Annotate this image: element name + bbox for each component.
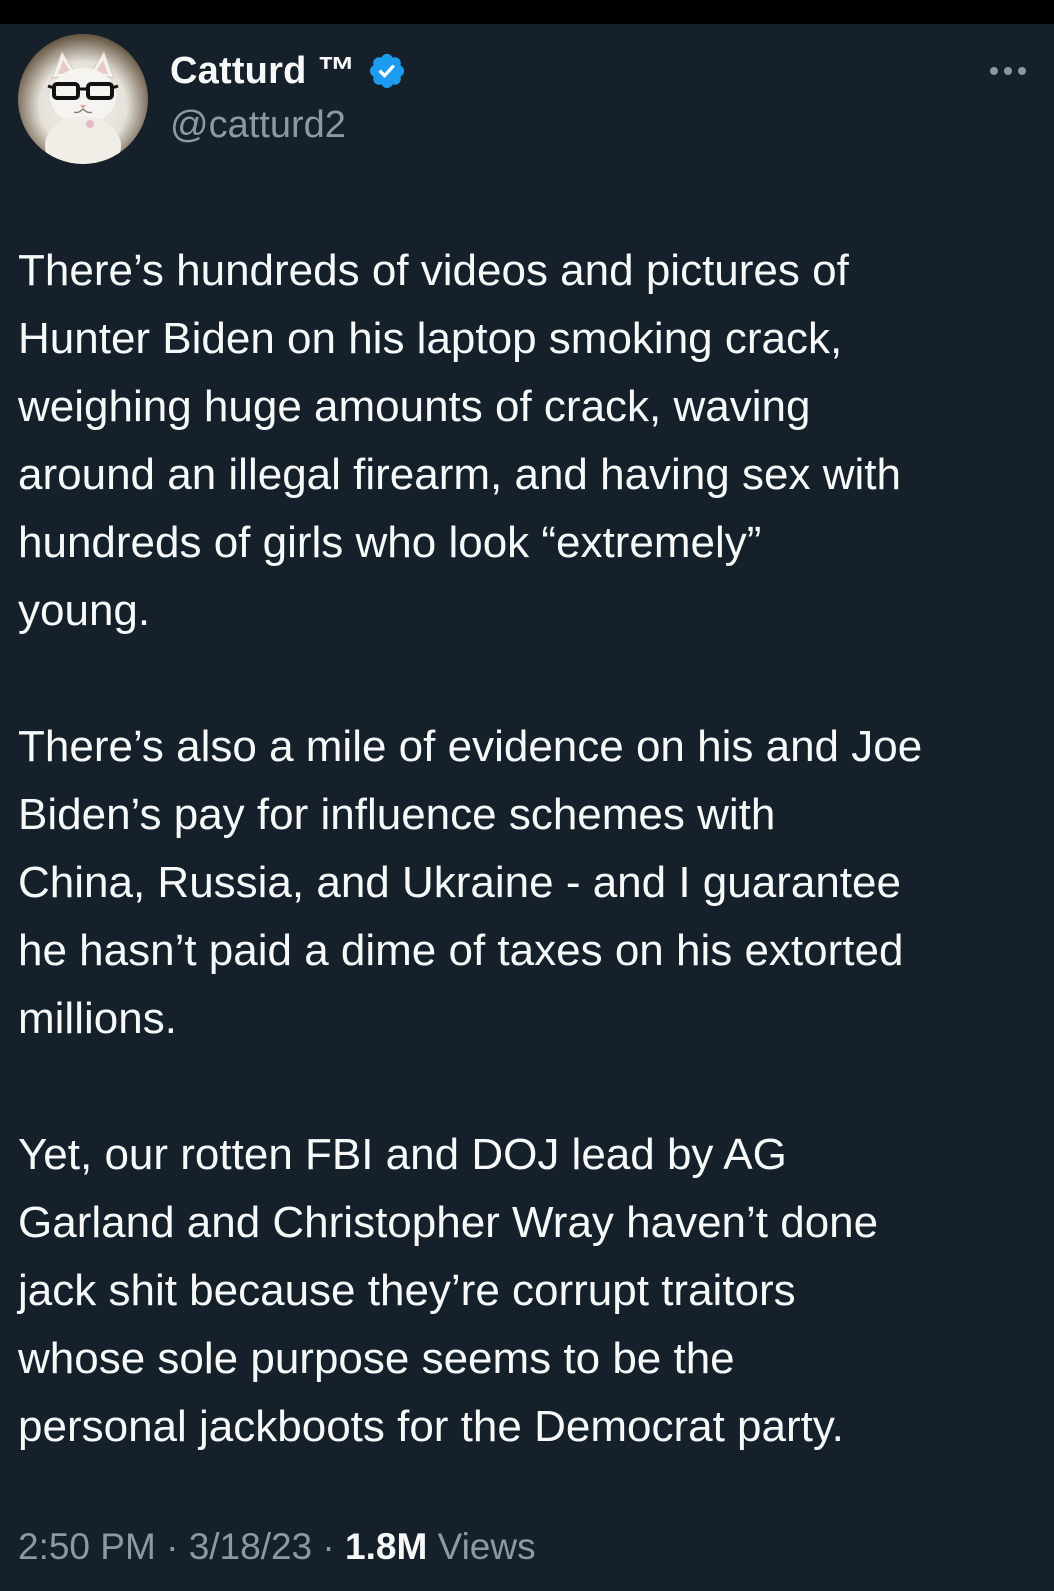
meta-separator: · bbox=[166, 1526, 179, 1567]
display-name[interactable]: Catturd ™ bbox=[170, 50, 355, 93]
tweet-line: young. bbox=[18, 586, 151, 635]
tweet-line: around an illegal firearm, and having se… bbox=[18, 450, 901, 499]
tweet-line: Biden’s pay for influence schemes with bbox=[18, 790, 776, 839]
more-options-icon[interactable] bbox=[988, 64, 1028, 78]
user-handle[interactable]: @catturd2 bbox=[170, 104, 346, 147]
tweet-date[interactable]: 3/18/23 bbox=[189, 1526, 312, 1567]
tweet-time[interactable]: 2:50 PM bbox=[18, 1526, 156, 1567]
views-count[interactable]: 1.8M bbox=[345, 1526, 427, 1567]
tweet-meta: 2:50 PM · 3/18/23 · 1.8M Views bbox=[18, 1526, 536, 1568]
tweet-line: There’s also a mile of evidence on his a… bbox=[18, 722, 923, 771]
tweet-line: personal jackboots for the Democrat part… bbox=[18, 1402, 844, 1451]
tweet-line: he hasn’t paid a dime of taxes on his ex… bbox=[18, 926, 904, 975]
tweet-paragraph: Yet, our rotten FBI and DOJ lead by AG G… bbox=[18, 1121, 1036, 1461]
tweet-line: millions. bbox=[18, 994, 177, 1043]
tweet-text: There’s hundreds of videos and pictures … bbox=[18, 237, 1036, 1461]
tweet-line: Yet, our rotten FBI and DOJ lead by AG bbox=[18, 1130, 787, 1179]
tweet-line: There’s hundreds of videos and pictures … bbox=[18, 246, 849, 295]
tweet-header: Catturd ™ @catturd2 bbox=[18, 34, 1036, 164]
name-row: Catturd ™ bbox=[170, 48, 407, 94]
tweet-line: China, Russia, and Ukraine - and I guara… bbox=[18, 858, 901, 907]
tweet-line: jack shit because they’re corrupt traito… bbox=[18, 1266, 796, 1315]
status-bar bbox=[0, 0, 1054, 24]
tweet-paragraph: There’s also a mile of evidence on his a… bbox=[18, 713, 1036, 1053]
tweet-line: weighing huge amounts of crack, waving bbox=[18, 382, 811, 431]
tweet-line: whose sole purpose seems to be the bbox=[18, 1334, 735, 1383]
avatar-cat-image bbox=[45, 50, 121, 164]
verified-badge-icon bbox=[367, 51, 407, 91]
tweet-paragraph: There’s hundreds of videos and pictures … bbox=[18, 237, 1036, 645]
tweet-line: Garland and Christopher Wray haven’t don… bbox=[18, 1198, 879, 1247]
avatar[interactable] bbox=[18, 34, 148, 164]
tweet-line: Hunter Biden on his laptop smoking crack… bbox=[18, 314, 843, 363]
views-label[interactable]: Views bbox=[438, 1526, 536, 1567]
tweet-line: hundreds of girls who look “extremely” bbox=[18, 518, 762, 567]
meta-separator: · bbox=[322, 1526, 335, 1567]
